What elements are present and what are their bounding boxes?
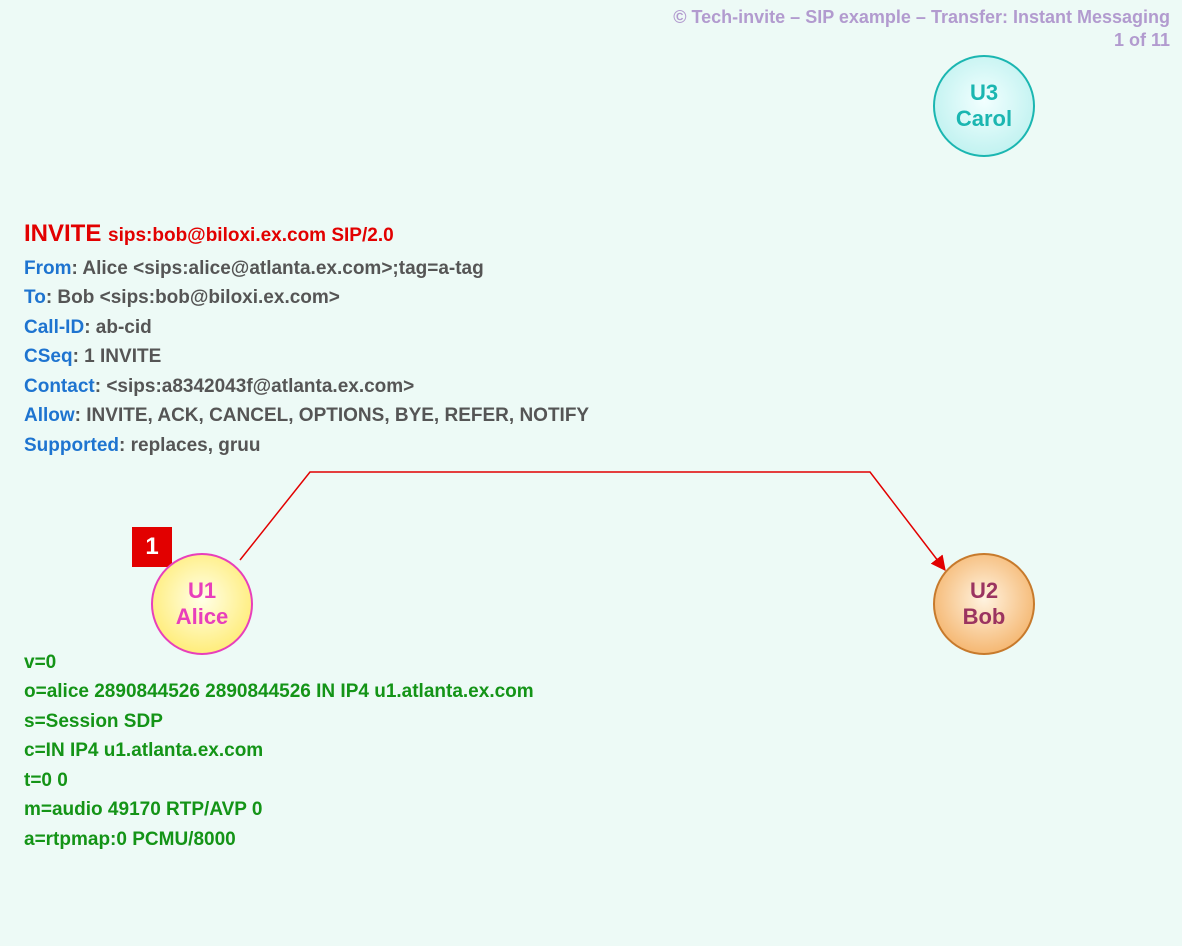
- sip-message-block: INVITE sips:bob@biloxi.ex.com SIP/2.0 Fr…: [24, 220, 589, 460]
- node-id: U2: [970, 578, 998, 603]
- sip-header-value: : ab-cid: [84, 317, 152, 338]
- sip-header-from: From: Alice <sips:alice@atlanta.ex.com>;…: [24, 254, 589, 283]
- sip-header-key: To: [24, 287, 46, 308]
- node-id: U3: [970, 80, 998, 105]
- sdp-block: v=0 o=alice 2890844526 2890844526 IN IP4…: [24, 648, 534, 854]
- sip-header-value: : 1 INVITE: [73, 346, 162, 367]
- sip-header-allow: Allow: INVITE, ACK, CANCEL, OPTIONS, BYE…: [24, 401, 589, 430]
- message-arrow-invite: [240, 472, 945, 570]
- sip-header-value: : Bob <sips:bob@biloxi.ex.com>: [46, 287, 340, 308]
- node-u2-bob: U2 Bob: [934, 554, 1034, 654]
- header-copyright: © Tech-invite – SIP example – Transfer: …: [673, 6, 1170, 29]
- diagram-page: © Tech-invite – SIP example – Transfer: …: [0, 0, 1182, 946]
- sdp-line: s=Session SDP: [24, 707, 534, 736]
- sip-request-uri: sips:bob@biloxi.ex.com SIP/2.0: [108, 225, 394, 246]
- sip-header-key: CSeq: [24, 346, 73, 367]
- sip-header-supported: Supported: replaces, gruu: [24, 431, 589, 460]
- node-name: Bob: [963, 604, 1006, 629]
- sip-method: INVITE: [24, 220, 101, 247]
- sip-header-value: : replaces, gruu: [119, 435, 261, 456]
- node-u3-carol: U3 Carol: [934, 56, 1034, 156]
- sdp-line: c=IN IP4 u1.atlanta.ex.com: [24, 736, 534, 765]
- sip-header-value: : Alice <sips:alice@atlanta.ex.com>;tag=…: [72, 258, 484, 279]
- node-u1-alice: U1 Alice: [152, 554, 252, 654]
- header-page-number: 1 of 11: [1114, 30, 1170, 51]
- sip-header-callid: Call-ID: ab-cid: [24, 313, 589, 342]
- sip-header-key: Contact: [24, 376, 95, 397]
- sdp-line: o=alice 2890844526 2890844526 IN IP4 u1.…: [24, 677, 534, 706]
- sdp-line: a=rtpmap:0 PCMU/8000: [24, 825, 534, 854]
- step-number-badge: 1: [132, 527, 172, 567]
- sip-request-line: INVITE sips:bob@biloxi.ex.com SIP/2.0: [24, 220, 589, 248]
- node-name: Carol: [956, 106, 1012, 131]
- sip-header-key: From: [24, 258, 72, 279]
- sdp-line: t=0 0: [24, 766, 534, 795]
- sip-header-key: Call-ID: [24, 317, 84, 338]
- node-id: U1: [188, 578, 216, 603]
- sip-header-key: Allow: [24, 405, 75, 426]
- sip-header-to: To: Bob <sips:bob@biloxi.ex.com>: [24, 283, 589, 312]
- node-name: Alice: [176, 604, 229, 629]
- sip-header-key: Supported: [24, 435, 119, 456]
- sdp-line: m=audio 49170 RTP/AVP 0: [24, 795, 534, 824]
- sip-header-value: : INVITE, ACK, CANCEL, OPTIONS, BYE, REF…: [75, 405, 589, 426]
- sip-header-value: : <sips:a8342043f@atlanta.ex.com>: [95, 376, 415, 397]
- sip-header-contact: Contact: <sips:a8342043f@atlanta.ex.com>: [24, 372, 589, 401]
- sdp-line: v=0: [24, 648, 534, 677]
- sip-header-cseq: CSeq: 1 INVITE: [24, 342, 589, 371]
